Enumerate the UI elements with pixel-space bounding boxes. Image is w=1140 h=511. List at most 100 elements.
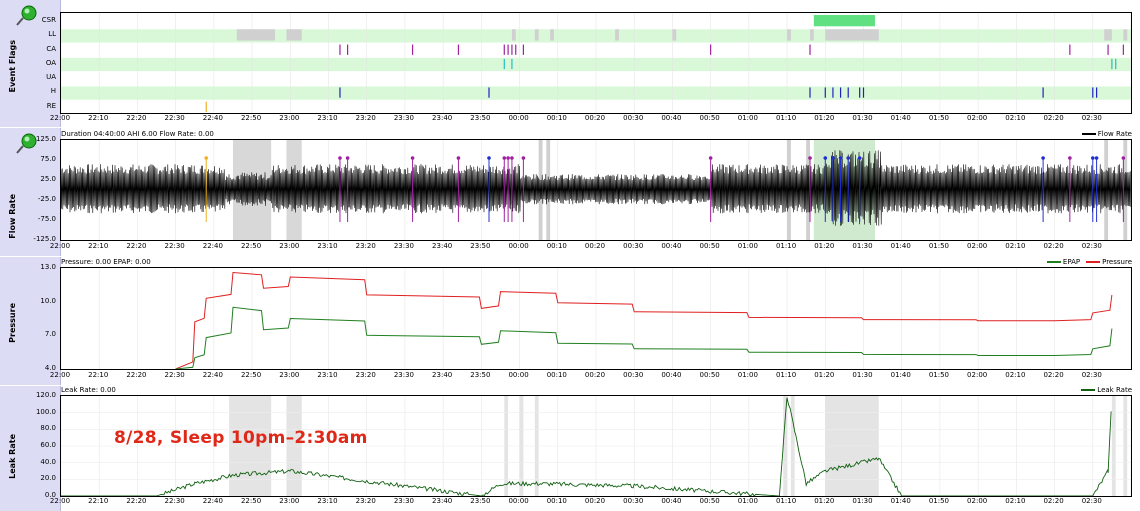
flow-rate-plot[interactable] bbox=[60, 139, 1132, 241]
time-tick-label: 01:20 bbox=[814, 114, 835, 122]
time-tick-label: 22:20 bbox=[126, 242, 147, 250]
leak-flag bbox=[534, 29, 539, 41]
event-marker-dot bbox=[410, 156, 415, 160]
y-tick-label: 7.0 bbox=[44, 330, 56, 339]
time-tick-label: 02:10 bbox=[1005, 242, 1026, 250]
time-tick-label: 02:00 bbox=[967, 242, 988, 250]
time-tick-label: 01:50 bbox=[928, 497, 950, 505]
time-tick-label: 22:50 bbox=[240, 242, 262, 250]
time-tick-label: 01:50 bbox=[928, 114, 950, 122]
leak-flag bbox=[511, 29, 516, 41]
time-tick-label: 23:50 bbox=[470, 114, 491, 122]
time-tick-label: 23:00 bbox=[279, 497, 300, 505]
event-row-label: CA bbox=[46, 44, 56, 53]
time-tick-label: 23:30 bbox=[393, 497, 415, 505]
time-tick-label: 23:10 bbox=[317, 497, 338, 505]
time-tick-label: 22:40 bbox=[202, 242, 223, 250]
time-tick-label: 23:10 bbox=[317, 242, 338, 250]
event-marker-dot bbox=[1068, 156, 1072, 160]
time-tick-label: 02:20 bbox=[1043, 114, 1064, 122]
time-tick-label: 01:40 bbox=[890, 371, 911, 379]
time-tick-label: 00:00 bbox=[508, 242, 529, 250]
leak-flag bbox=[810, 29, 814, 41]
y-tick-label: 60.0 bbox=[40, 441, 56, 449]
time-tick-label: 23:00 bbox=[279, 371, 300, 379]
y-tick-label: 75.0 bbox=[40, 155, 56, 163]
time-tick-label: 02:00 bbox=[967, 114, 988, 122]
event-marker-dot bbox=[857, 156, 862, 160]
event-marker-dot bbox=[1041, 156, 1045, 160]
event-flags-panel: Event Flags CSR LL CA OA UA H RE 22:00 22:10 22:… bbox=[0, 0, 1140, 127]
y-tick-label: 100.0 bbox=[35, 407, 56, 416]
time-tick-label: 01:00 bbox=[737, 114, 758, 122]
event-marker-dot bbox=[204, 156, 209, 160]
time-tick-label: 02:30 bbox=[1081, 497, 1102, 505]
pressure-plot[interactable] bbox=[60, 267, 1132, 370]
time-tick-label: 01:00 bbox=[737, 497, 758, 505]
time-tick-label: 22:30 bbox=[164, 371, 185, 379]
event-row-label: H bbox=[50, 87, 56, 96]
time-tick-label: 01:20 bbox=[814, 497, 835, 505]
time-tick-label: 00:30 bbox=[623, 371, 644, 379]
time-tick-label: 23:40 bbox=[432, 242, 453, 250]
y-tick-label: -25.0 bbox=[37, 195, 56, 203]
time-tick-label: 22:30 bbox=[164, 497, 185, 505]
time-tick-label: 00:10 bbox=[546, 497, 567, 505]
time-tick-label: 02:30 bbox=[1081, 242, 1102, 250]
time-tick-label: 00:50 bbox=[699, 242, 720, 250]
time-tick-label: 23:50 bbox=[470, 371, 491, 379]
time-tick-label: 00:40 bbox=[661, 242, 682, 250]
y-tick-label: 80.0 bbox=[40, 424, 56, 433]
y-tick-label: 120.0 bbox=[35, 391, 56, 399]
event-marker-dot bbox=[1094, 156, 1099, 160]
time-tick-label: 22:20 bbox=[126, 497, 147, 505]
time-tick-label: 01:10 bbox=[775, 114, 797, 122]
time-tick-label: 23:40 bbox=[432, 114, 453, 122]
time-tick-label: 23:00 bbox=[279, 114, 300, 122]
event-marker-dot bbox=[506, 156, 510, 160]
time-tick-label: 23:20 bbox=[355, 497, 376, 505]
time-tick-label: 22:50 bbox=[240, 497, 262, 505]
time-tick-label: 01:10 bbox=[775, 242, 797, 250]
y-tick-label: 25.0 bbox=[40, 175, 56, 183]
time-tick-label: 00:30 bbox=[623, 497, 644, 505]
y-tick-label: 40.0 bbox=[40, 457, 56, 466]
time-tick-label: 23:20 bbox=[355, 114, 376, 122]
time-tick-label: 01:50 bbox=[928, 371, 950, 379]
time-tick-label: 23:30 bbox=[393, 114, 415, 122]
event-row-label: UA bbox=[46, 73, 56, 82]
time-tick-label: 02:10 bbox=[1005, 371, 1026, 379]
time-tick-label: 00:30 bbox=[623, 114, 644, 122]
leak-flag bbox=[825, 29, 879, 41]
time-tick-label: 22:50 bbox=[240, 114, 262, 122]
time-tick-label: 22:40 bbox=[202, 114, 223, 122]
time-tick-label: 00:50 bbox=[699, 114, 720, 122]
time-tick-label: 02:20 bbox=[1043, 242, 1064, 250]
time-tick-label: 23:30 bbox=[393, 242, 415, 250]
flow-rate-panel: Flow Rate Duration 04:40:00 AHI 6.00 Flo… bbox=[0, 128, 1140, 256]
event-flags-plot[interactable] bbox=[60, 12, 1132, 114]
time-tick-label: 00:50 bbox=[699, 497, 720, 505]
time-tick-label: 00:20 bbox=[584, 371, 606, 379]
time-tick-label: 01:00 bbox=[737, 371, 758, 379]
event-marker-dot bbox=[456, 156, 461, 160]
leak-flag bbox=[1123, 29, 1128, 41]
time-tick-label: 22:30 bbox=[164, 114, 185, 122]
event-marker-dot bbox=[708, 156, 713, 160]
event-marker-dot bbox=[808, 156, 812, 160]
event-marker-dot bbox=[1121, 156, 1126, 160]
leak-flag bbox=[286, 29, 302, 41]
time-tick-label: 22:10 bbox=[88, 242, 109, 250]
time-tick-label: 00:00 bbox=[508, 114, 529, 122]
time-tick-label: 22:50 bbox=[240, 371, 262, 379]
event-row-label: CSR bbox=[41, 16, 56, 24]
y-tick-label: 20.0 bbox=[40, 474, 56, 483]
event-row-label: LL bbox=[48, 30, 56, 39]
time-tick-label: 01:10 bbox=[775, 371, 797, 379]
time-tick-label: 23:30 bbox=[393, 371, 415, 379]
sleep-annotation: 8/28, Sleep 10pm–2:30am bbox=[114, 428, 368, 448]
time-tick-label: 23:10 bbox=[317, 114, 338, 122]
event-marker-dot bbox=[502, 156, 507, 160]
time-tick-label: 01:40 bbox=[890, 497, 911, 505]
time-tick-label: 00:40 bbox=[661, 371, 682, 379]
